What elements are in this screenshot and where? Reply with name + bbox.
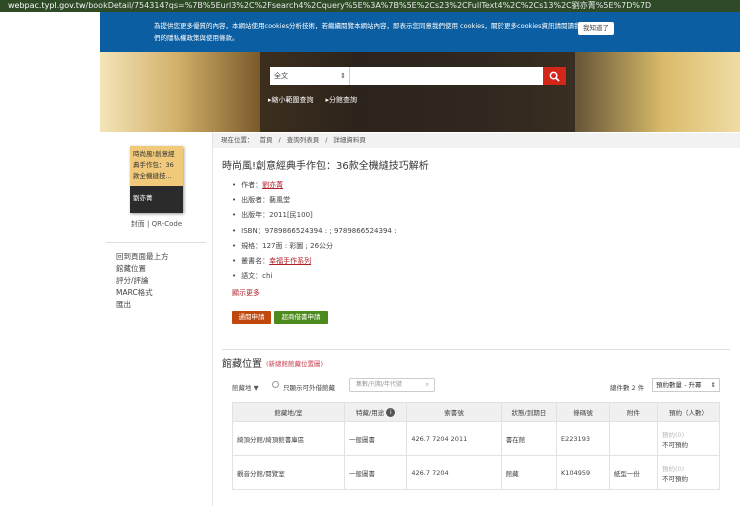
caret-down-icon: ▼	[253, 384, 259, 392]
cover-author: 劉亦菁	[133, 194, 153, 202]
reserve-button: 預約(0)	[661, 464, 685, 473]
url-path: /bookDetail/754314?qs=%7B%5Eurl3%2C%2Fse…	[85, 1, 652, 10]
col-barcode: 條碼號	[556, 402, 610, 422]
breadcrumb-sep: /	[278, 136, 281, 144]
meta-series: 叢書名：幸福手作系列	[232, 256, 396, 271]
search-input[interactable]	[350, 67, 543, 85]
table-header: 館藏地/室 特藏/用途 i 索書號 狀態/到期日 條碼號 附件 預約（人數）	[232, 402, 721, 422]
book-title: 時尚風!創意經典手作包：36款全機縫技巧解析	[222, 161, 429, 172]
breadcrumb-current: 詳細資料頁	[333, 136, 366, 144]
cover-title: 時尚風!創意經典手作包：36款全機縫技...	[130, 146, 183, 186]
only-available-label: 只顯示可外借館藏	[283, 384, 335, 392]
cover-qr-links[interactable]: 封面 | QR-Code	[100, 219, 213, 229]
col-status: 狀態/到期日	[500, 402, 558, 422]
search-button[interactable]	[543, 67, 566, 85]
col-reserve: 預約（人數）	[656, 402, 721, 422]
meta-language: 語文：chi	[232, 271, 396, 286]
volume-filter-input[interactable]: 集數/刊期/年代號 ⌕	[349, 378, 435, 392]
search-field-select[interactable]: 全文 ⇕	[270, 67, 350, 85]
col-usage: 特藏/用途 i	[343, 402, 408, 422]
nav-marc[interactable]: MARC格式	[116, 287, 169, 299]
select-arrow-icon: ⇕	[710, 381, 716, 389]
cookie-banner: 為提供您更多優質的內容，本網站使用cookies分析技術，若繼續閱覽本網站內容，…	[100, 12, 740, 52]
cookie-text: 為提供您更多優質的內容，本網站使用cookies分析技術，若繼續閱覽本網站內容，…	[154, 22, 581, 42]
sidebar-nav: 回到頁面最上方 館藏位置 評分/評論 MARC格式 匯出	[116, 251, 169, 311]
divider	[106, 242, 206, 243]
url-host: webpac.typl.gov.tw	[8, 1, 86, 10]
col-location: 館藏地/室	[232, 402, 345, 422]
reserve-button: 預約(0)	[661, 430, 685, 439]
meta-year: 出版年：2011[民100]	[232, 210, 396, 225]
total-count: 總件數 2 件	[610, 384, 645, 392]
book-metadata: 作者：劉亦菁 出版者：藝風堂 出版年：2011[民100] ISBN：97898…	[232, 180, 396, 286]
meta-publisher: 出版者：藝風堂	[232, 195, 396, 210]
info-icon[interactable]: i	[386, 408, 396, 418]
breadcrumb-sep: /	[325, 136, 328, 144]
show-more-link[interactable]: 顯示更多	[232, 288, 260, 298]
meta-isbn: ISBN：9789866524394 : ; 9789866524394 :	[232, 226, 396, 241]
breadcrumb-label: 現在位置：	[221, 136, 254, 144]
col-callno: 索書號	[406, 402, 502, 422]
table-row: 觀音分館/閱覽室 一般圖書 426.7 7204 館藏 K104959 紙型一份 預約(0…	[232, 455, 721, 490]
meta-format: 規格：127面 : 彩圖 ; 26公分	[232, 241, 396, 256]
store-pickup-request-button[interactable]: 超商借書申請	[274, 311, 328, 324]
divider	[222, 349, 730, 350]
address-bar[interactable]: webpac.typl.gov.tw/bookDetail/754314?qs=…	[0, 0, 740, 12]
breadcrumb-home[interactable]: 首頁	[260, 136, 273, 144]
nav-back-to-top[interactable]: 回到頁面最上方	[116, 251, 169, 263]
select-arrow-icon: ⇕	[340, 72, 346, 80]
branch-filter-dropdown[interactable]: 館藏地 ▼	[232, 382, 259, 392]
sort-select[interactable]: 預約數量 - 升冪 ⇕	[652, 378, 720, 392]
nav-export[interactable]: 匯出	[116, 299, 169, 311]
author-link[interactable]: 劉亦菁	[262, 181, 283, 189]
cookie-accept-button[interactable]: 我知道了	[578, 22, 614, 35]
branch-search-link[interactable]: ▸分館查詢	[326, 96, 364, 104]
advanced-search-link[interactable]: ▸縮小範圍查詢	[268, 96, 320, 104]
col-attachment: 附件	[608, 402, 658, 422]
meta-author: 作者：劉亦菁	[232, 180, 396, 195]
nav-holdings[interactable]: 館藏位置	[116, 263, 169, 275]
only-available-checkbox[interactable]	[272, 381, 279, 388]
search-field-value: 全文	[274, 72, 288, 80]
holdings-title: 館藏位置	[222, 359, 262, 370]
search-icon: ⌕	[425, 381, 429, 388]
breadcrumb-results[interactable]: 查詢列表頁	[287, 136, 320, 144]
interlibrary-request-button[interactable]: 通閱申請	[232, 311, 271, 324]
search-panel	[260, 52, 575, 132]
search-icon	[549, 71, 560, 82]
table-row: 綺頂分館/綺頂館書庫區 一般圖書 426.7 7204 2011 書在館 E223193…	[232, 421, 721, 456]
holdings-table: 館藏地/室 特藏/用途 i 索書號 狀態/到期日 條碼號 附件 預約（人數） 綺…	[232, 402, 721, 490]
book-cover[interactable]: 時尚風!創意經典手作包：36款全機縫技... 劉亦菁	[130, 146, 183, 213]
breadcrumb: 現在位置： 首頁 / 查詢列表頁 / 詳細資料頁	[213, 133, 740, 148]
nav-reviews[interactable]: 評分/評論	[116, 275, 169, 287]
series-link[interactable]: 幸福手作系列	[269, 257, 311, 265]
floor-map-link[interactable]: (新總館館藏位置圖)	[266, 358, 323, 368]
